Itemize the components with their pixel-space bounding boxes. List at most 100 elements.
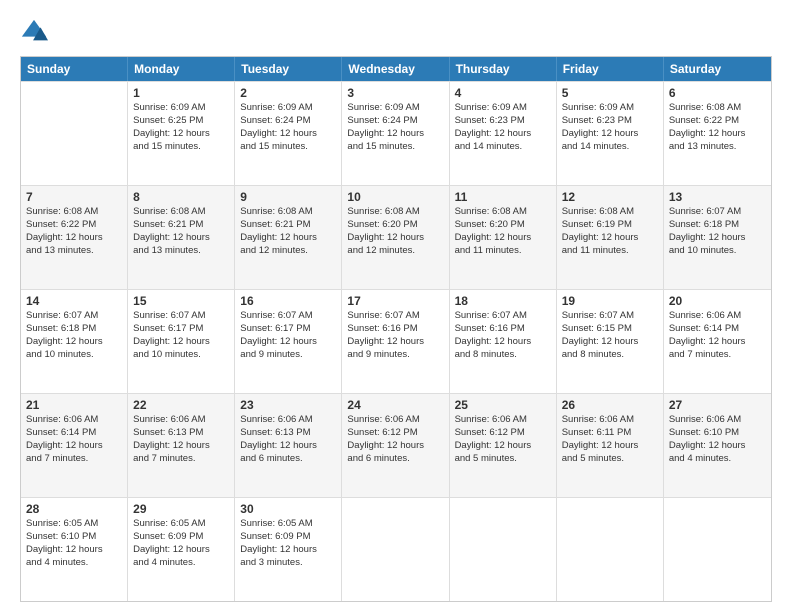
day-info-line: Sunrise: 6:08 AM <box>240 206 312 217</box>
day-info-line: Sunset: 6:16 PM <box>347 323 417 334</box>
day-info-line: and 13 minutes. <box>26 245 94 256</box>
day-info-line: Sunrise: 6:05 AM <box>240 518 312 529</box>
day-number: 4 <box>455 85 551 101</box>
calendar-day-17: 17Sunrise: 6:07 AMSunset: 6:16 PMDayligh… <box>342 290 449 393</box>
day-info-line: Sunrise: 6:08 AM <box>669 102 741 113</box>
day-info-line: Daylight: 12 hours <box>133 336 210 347</box>
day-info-line: Daylight: 12 hours <box>240 544 317 555</box>
day-info-line: Sunset: 6:24 PM <box>240 115 310 126</box>
day-info-line: and 15 minutes. <box>347 141 415 152</box>
day-info-line: Sunset: 6:10 PM <box>26 531 96 542</box>
day-info-line: Sunrise: 6:09 AM <box>455 102 527 113</box>
calendar-day-13: 13Sunrise: 6:07 AMSunset: 6:18 PMDayligh… <box>664 186 771 289</box>
calendar: SundayMondayTuesdayWednesdayThursdayFrid… <box>20 56 772 602</box>
day-number: 13 <box>669 189 766 205</box>
day-info-line: Sunrise: 6:08 AM <box>347 206 419 217</box>
day-info-line: Sunrise: 6:09 AM <box>562 102 634 113</box>
day-info-line: and 13 minutes. <box>133 245 201 256</box>
calendar-header: SundayMondayTuesdayWednesdayThursdayFrid… <box>21 57 771 81</box>
day-info-line: Daylight: 12 hours <box>240 440 317 451</box>
day-info-line: Sunset: 6:09 PM <box>240 531 310 542</box>
day-number: 2 <box>240 85 336 101</box>
day-info-line: Daylight: 12 hours <box>347 232 424 243</box>
day-info-line: Sunrise: 6:06 AM <box>26 414 98 425</box>
day-number: 26 <box>562 397 658 413</box>
day-info-line: and 12 minutes. <box>347 245 415 256</box>
day-info-line: and 15 minutes. <box>133 141 201 152</box>
day-info-line: Sunrise: 6:07 AM <box>240 310 312 321</box>
day-info-line: Daylight: 12 hours <box>240 336 317 347</box>
day-info-line: Sunset: 6:17 PM <box>133 323 203 334</box>
calendar-day-15: 15Sunrise: 6:07 AMSunset: 6:17 PMDayligh… <box>128 290 235 393</box>
day-info-line: and 9 minutes. <box>347 349 409 360</box>
day-info-line: Sunset: 6:21 PM <box>133 219 203 230</box>
calendar-empty-cell <box>21 82 128 185</box>
day-info-line: and 7 minutes. <box>133 453 195 464</box>
day-info-line: Daylight: 12 hours <box>562 128 639 139</box>
day-info-line: and 6 minutes. <box>240 453 302 464</box>
day-number: 21 <box>26 397 122 413</box>
day-info-line: Sunrise: 6:07 AM <box>133 310 205 321</box>
calendar-day-9: 9Sunrise: 6:08 AMSunset: 6:21 PMDaylight… <box>235 186 342 289</box>
calendar-day-1: 1Sunrise: 6:09 AMSunset: 6:25 PMDaylight… <box>128 82 235 185</box>
calendar-day-26: 26Sunrise: 6:06 AM Sunset: 6:11 PM Dayligh… <box>557 394 664 497</box>
day-number: 16 <box>240 293 336 309</box>
day-info-line: Sunset: 6:10 PM <box>669 427 739 438</box>
day-info-line: and 6 minutes. <box>347 453 409 464</box>
day-info-line: Sunrise: 6:08 AM <box>26 206 98 217</box>
day-number: 19 <box>562 293 658 309</box>
day-number: 7 <box>26 189 122 205</box>
day-info-line: Daylight: 12 hours <box>347 440 424 451</box>
day-info-line: Sunrise: 6:07 AM <box>455 310 527 321</box>
day-info-line: Sunrise: 6:05 AM <box>26 518 98 529</box>
header-day-saturday: Saturday <box>664 57 771 81</box>
day-number: 5 <box>562 85 658 101</box>
day-info-line: and 4 minutes. <box>26 557 88 568</box>
day-info-line: Daylight: 12 hours <box>240 232 317 243</box>
day-info-line: Daylight: 12 hours <box>562 440 639 451</box>
calendar-day-12: 12Sunrise: 6:08 AMSunset: 6:19 PMDayligh… <box>557 186 664 289</box>
day-info-line: Sunset: 6:22 PM <box>26 219 96 230</box>
day-info-line: Daylight: 12 hours <box>133 128 210 139</box>
day-info-line: Sunset: 6:09 PM <box>133 531 203 542</box>
logo-icon <box>20 18 48 46</box>
day-info-line: Sunset: 6:13 PM <box>133 427 203 438</box>
day-info-line: Daylight: 12 hours <box>562 232 639 243</box>
day-info-line: and 8 minutes. <box>455 349 517 360</box>
calendar-week-2: 14Sunrise: 6:07 AMSunset: 6:18 PMDayligh… <box>21 289 771 393</box>
day-info-line: Sunset: 6:13 PM <box>240 427 310 438</box>
calendar-day-30: 30Sunrise: 6:05 AMSunset: 6:09 PMDayligh… <box>235 498 342 601</box>
day-info-line: Daylight: 12 hours <box>669 336 746 347</box>
calendar-day-23: 23Sunrise: 6:06 AMSunset: 6:13 PMDayligh… <box>235 394 342 497</box>
day-info-line: Sunset: 6:11 PM <box>562 427 632 438</box>
calendar-day-21: 21Sunrise: 6:06 AMSunset: 6:14 PMDayligh… <box>21 394 128 497</box>
calendar-week-4: 28Sunrise: 6:05 AMSunset: 6:10 PMDayligh… <box>21 497 771 601</box>
day-info-line: and 4 minutes. <box>133 557 195 568</box>
day-info-line: and 5 minutes. <box>562 453 624 464</box>
day-info-line: Daylight: 12 hours <box>133 440 210 451</box>
day-info-line: Sunset: 6:21 PM <box>240 219 310 230</box>
calendar-day-25: 25Sunrise: 6:06 AMSunset: 6:12 PMDayligh… <box>450 394 557 497</box>
day-number: 18 <box>455 293 551 309</box>
day-info-line: Daylight: 12 hours <box>26 544 103 555</box>
day-info-line: Sunrise: 6:06 AM <box>669 414 741 425</box>
day-info-line: Sunset: 6:18 PM <box>26 323 96 334</box>
day-number: 10 <box>347 189 443 205</box>
day-number: 29 <box>133 501 229 517</box>
day-info-line: Sunrise: 6:06 AM <box>455 414 527 425</box>
calendar-day-5: 5Sunrise: 6:09 AM Sunset: 6:23 PM Daylight… <box>557 82 664 185</box>
day-info-line: Sunrise: 6:05 AM <box>133 518 205 529</box>
day-info-line: Daylight: 12 hours <box>133 544 210 555</box>
day-info-line: Daylight: 12 hours <box>669 440 746 451</box>
day-info-line: Sunrise: 6:06 AM <box>133 414 205 425</box>
day-info-line: Sunrise: 6:06 AM <box>562 414 634 425</box>
day-info-line: Sunset: 6:12 PM <box>347 427 417 438</box>
day-info-line: Sunset: 6:25 PM <box>133 115 203 126</box>
day-info-line: Sunset: 6:23 PM <box>562 115 632 126</box>
calendar-day-19: 19Sunrise: 6:07 AMSunset: 6:15 PMDayligh… <box>557 290 664 393</box>
calendar-day-10: 10Sunrise: 6:08 AMSunset: 6:20 PMDayligh… <box>342 186 449 289</box>
day-number: 24 <box>347 397 443 413</box>
day-info-line: and 8 minutes. <box>562 349 624 360</box>
day-info-line: Daylight: 12 hours <box>347 336 424 347</box>
day-info-line: and 15 minutes. <box>240 141 308 152</box>
